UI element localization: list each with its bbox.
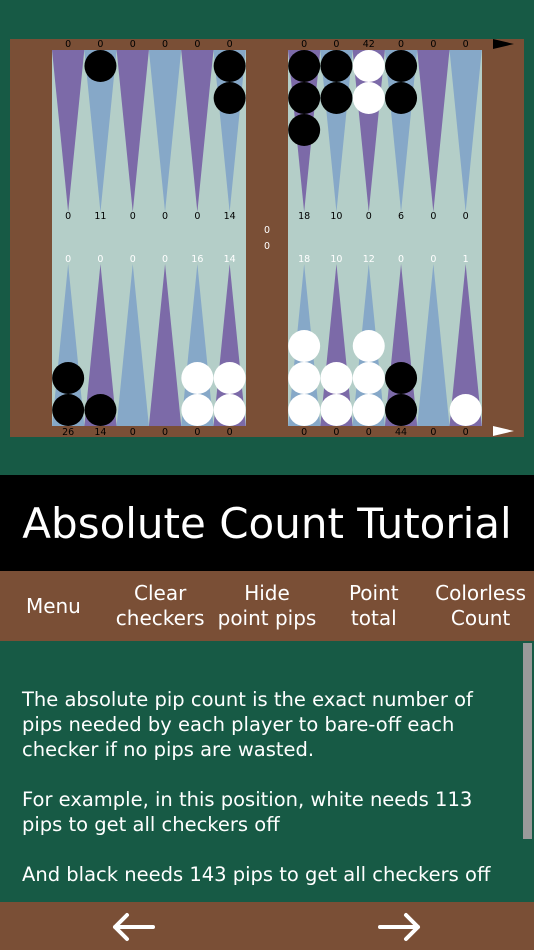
top-point-pip-label: 0 bbox=[194, 39, 200, 50]
white-checker[interactable] bbox=[320, 362, 353, 394]
bottom-point-pip-label: 0 bbox=[130, 254, 136, 265]
bottom-point-pip-label: 16 bbox=[191, 254, 203, 265]
top-point-count-label: 0 bbox=[430, 211, 436, 222]
bottom-point-pip-label: 0 bbox=[162, 254, 168, 265]
white-checker[interactable] bbox=[352, 394, 385, 426]
bottom-point-count-label: 0 bbox=[194, 427, 200, 438]
bottom-point-count-label: 14 bbox=[94, 427, 106, 438]
black-checker[interactable] bbox=[52, 394, 85, 426]
black-checker[interactable] bbox=[288, 114, 321, 146]
tutorial-paragraph: And black needs 143 pips to get all chec… bbox=[22, 863, 491, 886]
white-checker[interactable] bbox=[320, 394, 353, 426]
white-checker[interactable] bbox=[352, 82, 385, 114]
top-point-count-label: 0 bbox=[463, 211, 469, 222]
white-checker[interactable] bbox=[449, 394, 482, 426]
black-checker[interactable] bbox=[288, 50, 321, 82]
arrow-right-icon[interactable] bbox=[378, 912, 422, 942]
clear-checkers-button[interactable]: Clear checkers bbox=[107, 571, 214, 641]
bottom-point-count-label: 0 bbox=[430, 427, 436, 438]
top-point-count-label: 0 bbox=[65, 211, 71, 222]
top-point-count-label: 11 bbox=[94, 211, 106, 222]
black-checker[interactable] bbox=[213, 50, 246, 82]
white-checker[interactable] bbox=[181, 394, 214, 426]
bottom-point-pip-label: 10 bbox=[330, 254, 342, 265]
bar-count-label: 0 bbox=[264, 241, 270, 252]
top-point-count-label: 18 bbox=[298, 211, 310, 222]
top-point-pip-label: 0 bbox=[430, 39, 436, 50]
bottom-point-pip-label: 0 bbox=[65, 254, 71, 265]
top-point-pip-label: 0 bbox=[97, 39, 103, 50]
bottom-point-count-label: 0 bbox=[463, 427, 469, 438]
top-point-count-label: 0 bbox=[366, 211, 372, 222]
bottom-point-pip-label: 0 bbox=[97, 254, 103, 265]
bottom-point-count-label: 26 bbox=[62, 427, 74, 438]
white-checker[interactable] bbox=[352, 362, 385, 394]
bottom-point-count-label: 0 bbox=[301, 427, 307, 438]
white-checker[interactable] bbox=[213, 394, 246, 426]
tutorial-paragraph: For example, in this position, white nee… bbox=[22, 788, 473, 836]
colorless-count-button[interactable]: Colorless Count bbox=[427, 571, 534, 641]
white-checker[interactable] bbox=[213, 362, 246, 394]
black-checker[interactable] bbox=[84, 50, 117, 82]
bottom-point-pip-label: 0 bbox=[430, 254, 436, 265]
top-point-pip-label: 0 bbox=[65, 39, 71, 50]
bottom-point-count-label: 0 bbox=[162, 427, 168, 438]
bottom-point-count-label: 0 bbox=[130, 427, 136, 438]
backgammon-board[interactable]: 0002601101400000000001600141400181800101… bbox=[0, 0, 534, 475]
bottom-point-pip-label: 18 bbox=[298, 254, 310, 265]
top-point-count-label: 0 bbox=[194, 211, 200, 222]
bottom-point-count-label: 0 bbox=[333, 427, 339, 438]
top-point-count-label: 6 bbox=[398, 211, 404, 222]
top-point-pip-label: 0 bbox=[333, 39, 339, 50]
scrollbar[interactable] bbox=[523, 643, 532, 839]
black-checker[interactable] bbox=[320, 82, 353, 114]
bottom-point-pip-label: 12 bbox=[363, 254, 375, 265]
top-point-pip-label: 42 bbox=[363, 39, 375, 50]
black-checker[interactable] bbox=[385, 362, 418, 394]
white-checker[interactable] bbox=[288, 330, 321, 362]
tutorial-paragraph: The absolute pip count is the exact numb… bbox=[22, 688, 473, 761]
bottom-point-pip-label: 0 bbox=[398, 254, 404, 265]
top-point-pip-label: 0 bbox=[301, 39, 307, 50]
bottom-point-count-label: 0 bbox=[227, 427, 233, 438]
top-point-pip-label: 0 bbox=[227, 39, 233, 50]
top-point-count-label: 10 bbox=[330, 211, 342, 222]
white-checker[interactable] bbox=[181, 362, 214, 394]
black-checker[interactable] bbox=[213, 82, 246, 114]
white-checker[interactable] bbox=[352, 330, 385, 362]
white-checker[interactable] bbox=[288, 394, 321, 426]
black-checker[interactable] bbox=[385, 394, 418, 426]
board-area: 0 0 0 26 0 11 0 14 0 0 0 0 0 0 0 0 0 0 16 0 0 14 14 0 0 18 18 0 0 10 1… bbox=[0, 0, 534, 475]
top-point-count-label: 0 bbox=[130, 211, 136, 222]
top-point-pip-label: 0 bbox=[398, 39, 404, 50]
bottom-point-count-label: 0 bbox=[366, 427, 372, 438]
hide-point-pips-button[interactable]: Hide point pips bbox=[214, 571, 321, 641]
top-point-pip-label: 0 bbox=[130, 39, 136, 50]
top-point-count-label: 14 bbox=[224, 211, 236, 222]
white-checker[interactable] bbox=[352, 50, 385, 82]
black-checker[interactable] bbox=[288, 82, 321, 114]
top-point-count-label: 0 bbox=[162, 211, 168, 222]
black-checker[interactable] bbox=[320, 50, 353, 82]
menu-button[interactable]: Menu bbox=[0, 571, 107, 641]
black-checker[interactable] bbox=[385, 50, 418, 82]
bar-count-label: 0 bbox=[264, 225, 270, 236]
arrow-left-icon[interactable] bbox=[111, 912, 155, 942]
menu-bar: Menu Clear checkers Hide point pips Poin… bbox=[0, 571, 534, 641]
top-point-pip-label: 0 bbox=[463, 39, 469, 50]
bottom-point-count-label: 44 bbox=[395, 427, 407, 438]
white-checker[interactable] bbox=[288, 362, 321, 394]
nav-bar bbox=[0, 902, 534, 950]
tutorial-content[interactable]: The absolute pip count is the exact numb… bbox=[0, 641, 534, 902]
black-checker[interactable] bbox=[84, 394, 117, 426]
page-title: Absolute Count Tutorial bbox=[0, 475, 534, 571]
bottom-point-pip-label: 14 bbox=[224, 254, 236, 265]
black-checker[interactable] bbox=[385, 82, 418, 114]
bottom-point-pip-label: 1 bbox=[463, 254, 469, 265]
top-point-pip-label: 0 bbox=[162, 39, 168, 50]
tutorial-text: The absolute pip count is the exact numb… bbox=[22, 687, 512, 902]
black-checker[interactable] bbox=[52, 362, 85, 394]
point-total-button[interactable]: Point total bbox=[320, 571, 427, 641]
